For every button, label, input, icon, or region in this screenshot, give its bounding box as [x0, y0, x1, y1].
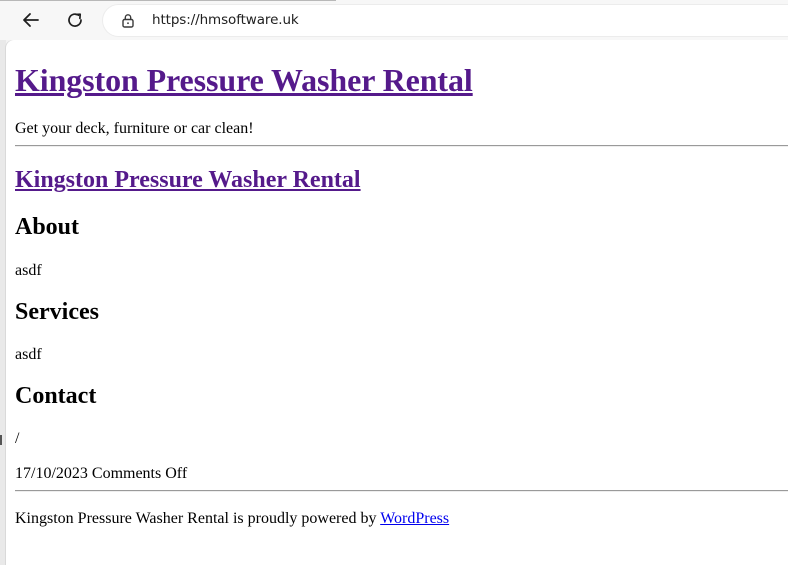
services-heading: Services — [15, 299, 99, 325]
reload-button[interactable] — [61, 6, 89, 34]
header-divider — [15, 145, 788, 147]
site-footer: Kingston Pressure Washer Rental is proud… — [15, 510, 449, 528]
address-bar[interactable]: https://hmsoftware.uk — [103, 5, 788, 36]
page-viewport: Kingston Pressure Washer Rental Get your… — [6, 40, 788, 565]
back-arrow-icon — [23, 13, 39, 27]
footer-text: Kingston Pressure Washer Rental is proud… — [15, 510, 381, 527]
back-button[interactable] — [17, 6, 45, 34]
side-panel-marker — [0, 435, 2, 445]
tab-strip-edge — [0, 0, 336, 1]
browser-toolbar: https://hmsoftware.uk — [0, 0, 788, 40]
wordpress-link[interactable]: WordPress — [380, 510, 449, 527]
lock-icon[interactable] — [121, 13, 135, 28]
post-date: 17/10/2023 — [15, 465, 88, 482]
contact-heading: Contact — [15, 383, 97, 409]
footer-divider — [15, 490, 788, 492]
site-title-link[interactable]: Kingston Pressure Washer Rental — [15, 62, 473, 99]
services-text: asdf — [15, 346, 42, 363]
url-text[interactable]: https://hmsoftware.uk — [152, 12, 299, 28]
post-comments-status: Comments Off — [91, 465, 188, 482]
contact-text: / — [15, 430, 20, 447]
post-meta: 17/10/2023 Comments Off — [15, 465, 187, 483]
reload-icon — [68, 13, 82, 27]
post-title-link[interactable]: Kingston Pressure Washer Rental — [15, 167, 361, 194]
about-heading: About — [15, 214, 80, 240]
about-text: asdf — [15, 262, 42, 279]
site-tagline: Get your deck, furniture or car clean! — [15, 120, 254, 137]
